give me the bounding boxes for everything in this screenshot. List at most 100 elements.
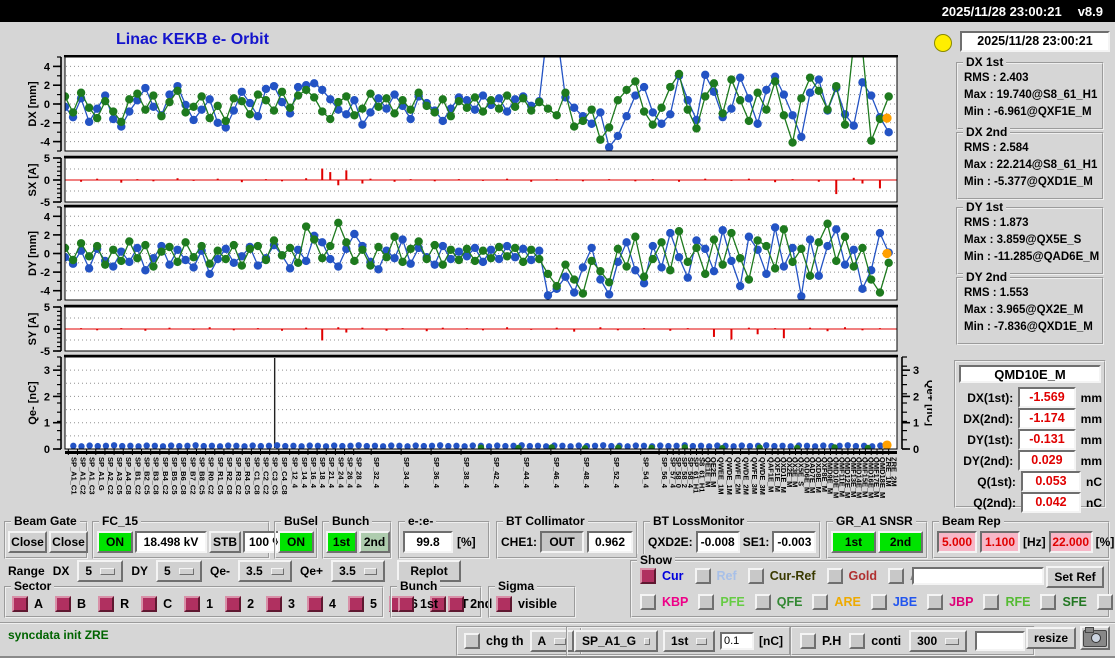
monitor-name[interactable]: QMD10E_M [959,365,1101,383]
svg-text:SP_24_4: SP_24_4 [336,457,345,489]
bunch-2nd-button[interactable]: 2nd [359,531,390,553]
gr-snsr-1st-button[interactable]: 1st [831,531,876,553]
busel-on-button[interactable]: ON [278,531,314,553]
checkbox-icon[interactable] [640,594,656,610]
range-qep-option[interactable]: 3.5 [331,560,386,582]
checkbox-icon[interactable] [983,594,1000,610]
sp-bunch-option[interactable]: 1st [663,630,715,652]
conti-count-option[interactable]: 300 [909,630,968,652]
checkbox-icon[interactable] [464,633,480,649]
checkbox-icon[interactable] [184,596,201,612]
sector-checkbox-r[interactable]: R [98,596,129,612]
svg-text:SP_B3_C8: SP_B3_C8 [152,457,161,495]
checkbox-icon[interactable] [347,596,364,612]
bunch-checkbox-1st[interactable]: 1st [398,596,438,612]
beam-gate-close-2-button[interactable]: Close [49,531,88,553]
checkbox-icon[interactable] [1040,594,1057,610]
range-dx-option[interactable]: 5 [77,560,124,582]
selected-monitor-panel: QMD10E_M DX(1st): -1.569 mm DX(2nd): -1.1… [954,360,1106,513]
checkbox-icon[interactable] [448,596,465,612]
checkbox-icon[interactable] [747,568,764,584]
show-checkbox-ref[interactable]: Ref [694,568,737,584]
checkbox-icon[interactable] [754,594,771,610]
screenshot-button[interactable] [1080,626,1110,650]
sector-checkbox-5[interactable]: 5 [347,596,377,612]
fc15-group: FC_15 ON 18.498 kV STB 100 % [92,515,289,559]
svg-text:SP_R0_C2: SP_R0_C2 [207,457,216,495]
conti-checkbox[interactable]: conti [849,633,901,649]
sector-checkbox-3[interactable]: 3 [266,596,295,612]
gr-snsr-2nd-button[interactable]: 2nd [878,531,923,553]
show-checkbox-qfe[interactable]: QFE [754,594,802,610]
count-input[interactable] [975,631,1026,651]
show-checkbox-zre[interactable]: ZRE [1096,594,1115,610]
chg-th-checkbox[interactable]: chg th [464,633,524,649]
show-checkbox-rfe[interactable]: RFE [983,594,1030,610]
checkbox-icon[interactable] [496,596,512,612]
checkbox-icon[interactable] [266,596,283,612]
resize-button[interactable]: resize [1026,627,1076,649]
checkbox-icon[interactable] [398,596,414,612]
checkbox-icon[interactable] [698,594,715,610]
range-dy-option[interactable]: 5 [156,560,203,582]
monitor-row-value: 0.053 [1020,471,1081,492]
option-dash-icon [179,567,195,575]
beam-rep-pct-label: [%] [1095,535,1115,549]
show-checkbox-cur[interactable]: Cur [640,568,684,584]
max-value: 3.965@QX2E_M [996,304,1084,316]
rms-value: 1.873 [999,217,1029,229]
sigma-visible-checkbox[interactable]: visible [496,596,557,612]
beam-gate-close-1-button[interactable]: Close [8,531,47,553]
show-checkbox-cur-ref[interactable]: Cur-Ref [747,568,816,584]
checkbox-icon[interactable] [98,596,115,612]
checkbox-icon[interactable] [826,568,843,584]
show-checkbox-sfe[interactable]: SFE [1040,594,1087,610]
show-checkbox-pfe[interactable]: PFE [698,594,745,610]
monitor-row: Q(1st): 0.053 nC [958,471,1102,492]
set-ref-button[interactable]: Set Ref [1046,566,1104,588]
checkbox-icon[interactable] [225,596,242,612]
checkbox-icon[interactable] [849,633,866,649]
checkbox-icon[interactable] [888,568,904,584]
checkbox-icon[interactable] [12,596,28,612]
checkbox-icon[interactable] [306,596,323,612]
checkbox-icon[interactable] [141,596,158,612]
svg-text:SP_34_4: SP_34_4 [402,457,411,489]
che1-state: OUT [540,531,585,553]
fc15-on-button[interactable]: ON [97,531,133,553]
sector-checkbox-1[interactable]: 1 [184,596,213,612]
svg-text:SP_B5_C5: SP_B5_C5 [170,457,179,495]
sector-checkbox-b[interactable]: B [55,596,86,612]
checkbox-icon[interactable] [55,596,72,612]
checkbox-icon[interactable] [870,594,887,610]
svg-text:SP_28_4: SP_28_4 [355,457,364,489]
sector-checkbox-4[interactable]: 4 [306,596,336,612]
checkbox-icon[interactable] [927,594,944,610]
sector-checkbox-2[interactable]: 2 [225,596,254,612]
bunch-checkbox-2nd[interactable]: 2nd [448,596,492,612]
show-checkbox-kbp[interactable]: KBP [640,594,688,610]
svg-text:DY [mm]: DY [mm] [28,231,39,276]
show-checkbox-are[interactable]: ARE [812,594,861,610]
fc15-stb-button[interactable]: STB [209,531,241,553]
bunch-1st-button[interactable]: 1st [326,531,357,553]
checkbox-icon[interactable] [812,594,829,610]
max-label: Max : [964,159,994,171]
sp-monitor-option[interactable]: SP_A1_G [574,630,658,652]
range-qem-option[interactable]: 3.5 [238,560,293,582]
svg-text:SP_48_4: SP_48_4 [582,457,591,489]
application-window: 2025/11/28 23:00:21 v8.9 Linac KEKB e- O… [0,0,1115,658]
checkbox-icon[interactable] [640,568,656,584]
show-checkbox-gold[interactable]: Gold [826,568,877,584]
show-checkbox-jbp[interactable]: JBP [927,594,973,610]
checkbox-icon[interactable] [800,633,816,649]
show-checkbox-jbe[interactable]: JBE [870,594,917,610]
ph-checkbox[interactable]: P.H [800,633,841,649]
checkbox-icon[interactable] [694,568,711,584]
ref-name-input[interactable] [912,567,1044,585]
checkbox-icon[interactable] [1096,594,1113,610]
sector-checkbox-c[interactable]: C [141,596,172,612]
sector-checkbox-a[interactable]: A [12,596,43,612]
threshold-input[interactable] [720,632,754,650]
svg-text:3: 3 [44,365,50,377]
